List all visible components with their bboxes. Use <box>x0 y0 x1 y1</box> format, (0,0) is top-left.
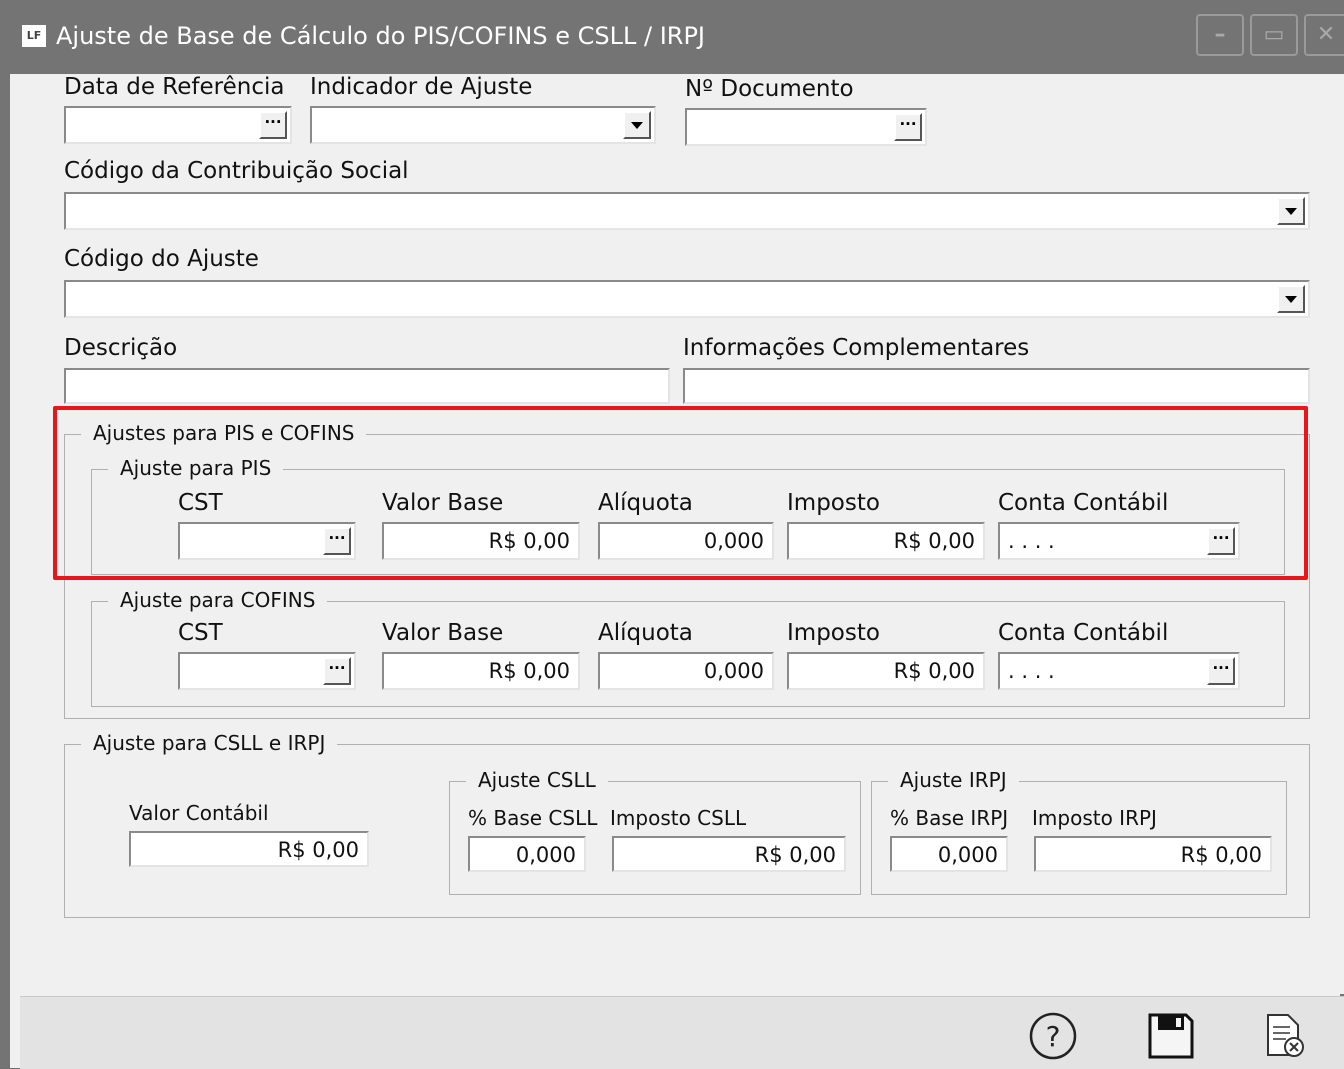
cofins-cst-lookup-button[interactable]: ··· <box>323 657 351 685</box>
valor-contabil-field[interactable]: R$ 0,00 <box>129 831 369 867</box>
csll-base-field[interactable]: 0,000 <box>468 836 586 872</box>
cofins-imposto-label: Imposto <box>787 620 880 646</box>
n-documento-lookup-button[interactable]: ··· <box>894 113 922 141</box>
minimize-icon: – <box>1214 22 1226 47</box>
indicador-ajuste-select[interactable] <box>310 106 656 144</box>
csll-base-label: % Base CSLL <box>468 806 598 830</box>
maximize-icon: ▭ <box>1263 22 1285 47</box>
minimize-button[interactable]: – <box>1196 14 1244 56</box>
window-title: Ajuste de Base de Cálculo do PIS/COFINS … <box>56 22 705 50</box>
cofins-conta-label: Conta Contábil <box>998 620 1169 646</box>
valor-contabil-value: R$ 0,00 <box>277 838 359 862</box>
highlight-box <box>53 406 1308 580</box>
cofins-valor-base-value: R$ 0,00 <box>488 659 570 683</box>
csll-base-value: 0,000 <box>515 843 576 867</box>
info-complementares-label: Informações Complementares <box>683 335 1030 361</box>
cofins-imposto-value: R$ 0,00 <box>893 659 975 683</box>
codigo-contribuicao-select[interactable] <box>64 192 1310 230</box>
irpj-imposto-label: Imposto IRPJ <box>1032 806 1157 830</box>
cofins-aliquota-field[interactable]: 0,000 <box>598 652 774 690</box>
cofins-valor-base-label: Valor Base <box>382 620 504 646</box>
cofins-conta-value: . . . . <box>1008 659 1055 683</box>
data-referencia-picker-button[interactable]: ··· <box>259 111 287 139</box>
valor-contabil-label: Valor Contábil <box>129 801 269 825</box>
data-referencia-field[interactable]: ··· <box>64 106 292 144</box>
irpj-imposto-value: R$ 0,00 <box>1180 843 1262 867</box>
cofins-conta-lookup-button[interactable]: ··· <box>1207 657 1235 685</box>
irpj-base-value: 0,000 <box>937 843 998 867</box>
chevron-down-icon[interactable] <box>1277 285 1305 313</box>
irpj-imposto-field[interactable]: R$ 0,00 <box>1034 836 1272 872</box>
maximize-button[interactable]: ▭ <box>1250 14 1298 56</box>
descricao-field[interactable] <box>64 368 670 404</box>
chevron-down-icon[interactable] <box>1277 197 1305 225</box>
csll-imposto-field[interactable]: R$ 0,00 <box>612 836 846 872</box>
codigo-ajuste-select[interactable] <box>64 280 1310 318</box>
title-bar: LF Ajuste de Base de Cálculo do PIS/COFI… <box>0 0 1344 74</box>
codigo-contribuicao-label: Código da Contribuição Social <box>64 158 409 184</box>
irpj-group-title: Ajuste IRPJ <box>888 768 1019 792</box>
footer-toolbar: ? <box>20 996 1344 1069</box>
app-icon: LF <box>22 25 46 47</box>
codigo-ajuste-label: Código do Ajuste <box>64 246 259 272</box>
irpj-base-field[interactable]: 0,000 <box>890 836 1008 872</box>
csll-imposto-value: R$ 0,00 <box>754 843 836 867</box>
save-icon[interactable] <box>1146 1011 1196 1061</box>
cancel-document-icon[interactable] <box>1260 1011 1310 1061</box>
cofins-valor-base-field[interactable]: R$ 0,00 <box>382 652 580 690</box>
close-button[interactable]: ✕ <box>1304 14 1344 56</box>
svg-text:?: ? <box>1046 1020 1061 1053</box>
irpj-base-label: % Base IRPJ <box>890 806 1009 830</box>
csll-group: Ajuste CSLL % Base CSLL 0,000 Imposto CS… <box>449 768 861 895</box>
cofins-group: Ajuste para COFINS CST ··· Valor Base R$… <box>91 588 1285 707</box>
help-icon[interactable]: ? <box>1028 1011 1078 1061</box>
cofins-group-title: Ajuste para COFINS <box>108 588 328 612</box>
cofins-conta-field[interactable]: . . . . ··· <box>998 652 1240 690</box>
info-complementares-field[interactable] <box>683 368 1310 404</box>
csll-imposto-label: Imposto CSLL <box>610 806 747 830</box>
n-documento-field[interactable]: ··· <box>685 108 927 146</box>
data-referencia-label: Data de Referência <box>64 74 285 100</box>
dialog-window: LF Ajuste de Base de Cálculo do PIS/COFI… <box>0 0 1344 1069</box>
csll-group-title: Ajuste CSLL <box>466 768 608 792</box>
irpj-group: Ajuste IRPJ % Base IRPJ 0,000 Imposto IR… <box>871 768 1287 895</box>
csll-irpj-group: Ajuste para CSLL e IRPJ Valor Contábil R… <box>64 731 1310 918</box>
cofins-cst-field[interactable]: ··· <box>178 652 356 690</box>
indicador-ajuste-label: Indicador de Ajuste <box>310 74 533 100</box>
cofins-imposto-field[interactable]: R$ 0,00 <box>787 652 985 690</box>
cofins-aliquota-value: 0,000 <box>703 659 764 683</box>
csll-irpj-group-title: Ajuste para CSLL e IRPJ <box>81 731 338 755</box>
descricao-label: Descrição <box>64 335 178 361</box>
n-documento-label: Nº Documento <box>685 76 854 102</box>
close-icon: ✕ <box>1316 22 1336 47</box>
cofins-aliquota-label: Alíquota <box>598 620 693 646</box>
cofins-cst-label: CST <box>178 620 223 646</box>
chevron-down-icon[interactable] <box>623 111 651 139</box>
